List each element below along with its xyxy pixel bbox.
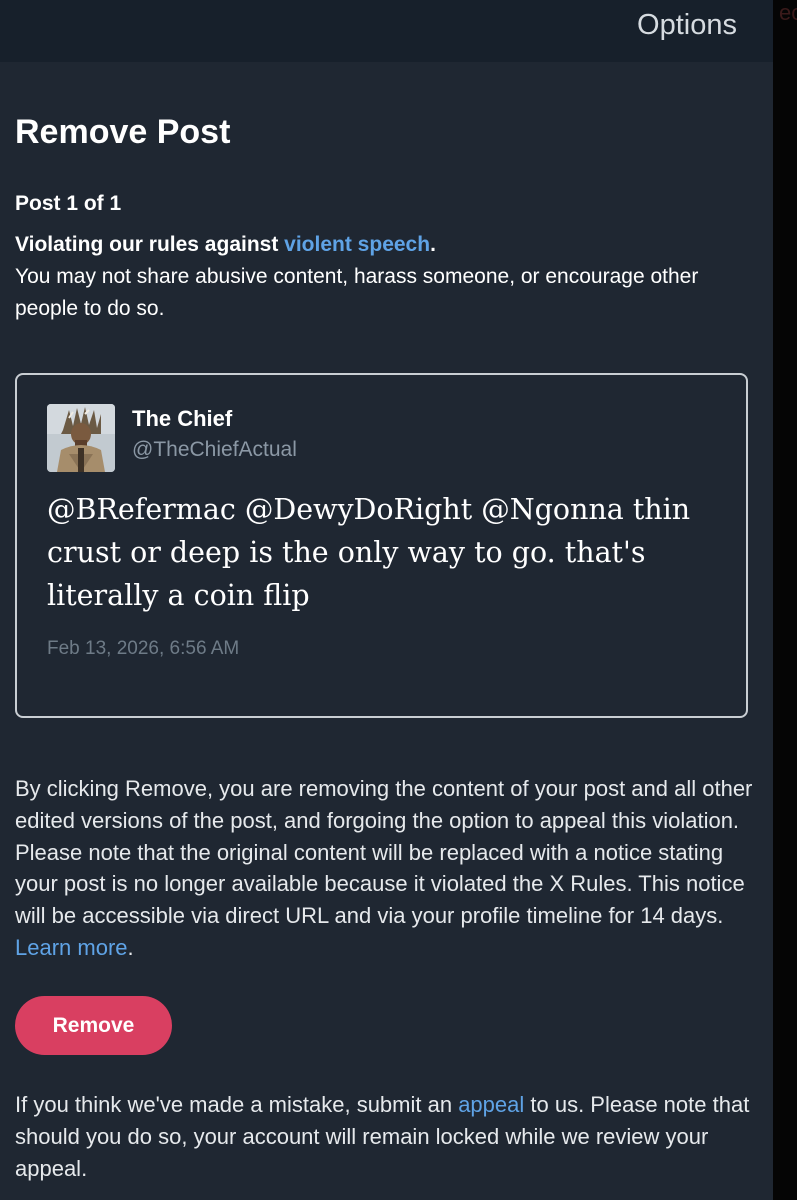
learn-more-link[interactable]: Learn more [15,935,128,960]
violent-speech-link[interactable]: violent speech [284,233,430,256]
post-author-handle[interactable]: @TheChiefActual [132,437,297,463]
post-card: The Chief @TheChiefActual @BRefermac @De… [15,373,748,718]
violation-notice: Violating our rules against violent spee… [15,229,755,325]
remove-post-panel: Options Remove Post Post 1 of 1 Violatin… [0,0,773,1200]
post-count: Post 1 of 1 [15,192,122,215]
post-text: @BRefermac @DewyDoRight @Ngonna thin cru… [47,493,691,612]
removal-explanation: By clicking Remove, you are removing the… [15,773,760,964]
profile-photo-icon [47,404,115,472]
removal-explanation-text: By clicking Remove, you are removing the… [15,776,753,929]
background-edge-text: ec [779,0,797,25]
top-bar: Options [0,0,773,62]
violation-description: You may not share abusive content, haras… [15,265,699,320]
post-timestamp: Feb 13, 2026, 6:56 AM [47,638,240,659]
violation-heading: Violating our rules against violent spee… [15,233,436,256]
remove-button[interactable]: Remove [15,996,172,1055]
removal-explanation-trailing: . [127,934,134,960]
violation-prefix: Violating our rules against [15,233,285,256]
options-button[interactable]: Options [637,8,737,42]
page-title: Remove Post [15,113,231,151]
appeal-link[interactable]: appeal [458,1092,524,1117]
appeal-notice: If you think we've made a mistake, submi… [15,1089,760,1184]
violation-suffix: . [430,233,436,256]
post-author-name[interactable]: The Chief [132,405,232,433]
background-edge [773,0,797,1200]
appeal-prefix: If you think we've made a mistake, submi… [15,1092,459,1117]
